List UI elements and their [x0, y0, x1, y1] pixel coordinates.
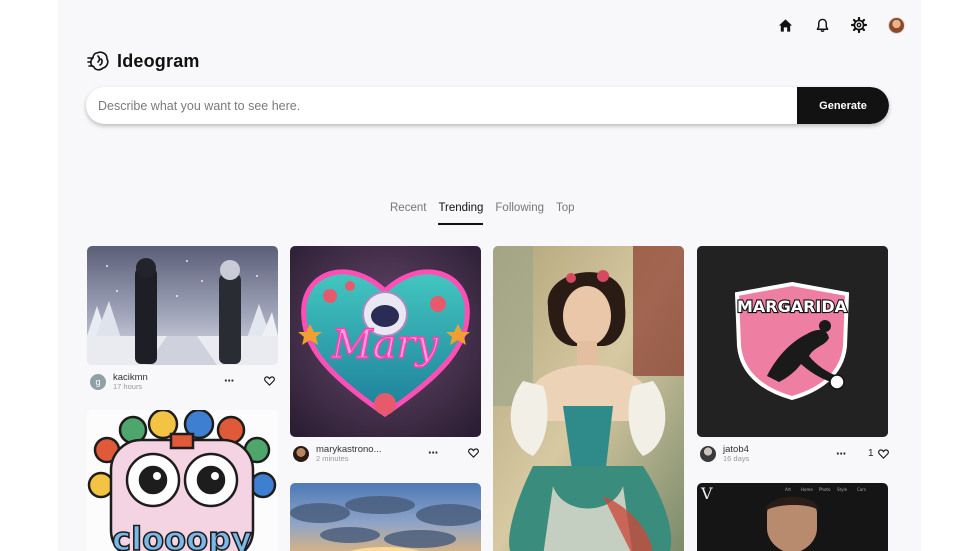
- like-count: 1: [868, 448, 874, 459]
- more-options-icon[interactable]: ···: [836, 447, 847, 460]
- prompt-input[interactable]: [86, 87, 797, 124]
- user-avatar: g: [90, 374, 106, 390]
- card-actions: ···: [224, 374, 275, 387]
- post-time: 17 hours: [113, 382, 143, 392]
- user-avatar: [700, 446, 716, 462]
- post-time: 16 days: [723, 454, 750, 464]
- heart-icon[interactable]: [264, 376, 275, 386]
- generate-button[interactable]: Generate: [797, 87, 889, 124]
- top-icon-bar: [776, 16, 905, 34]
- app-window: Ideogram Generate Recent Trending Follow…: [58, 0, 921, 551]
- heart-icon[interactable]: [468, 448, 479, 458]
- card-author[interactable]: jatob4 16 days: [700, 442, 749, 466]
- avatar[interactable]: [887, 16, 905, 34]
- gallery-image-painted-woman[interactable]: [493, 246, 684, 551]
- app-title: Ideogram: [117, 50, 200, 71]
- tab-following[interactable]: Following: [495, 202, 544, 225]
- tab-recent[interactable]: Recent: [390, 202, 426, 225]
- gear-icon[interactable]: [850, 16, 868, 34]
- magazine-nav-item: Cars: [857, 487, 866, 492]
- gallery-image-margarida-logo[interactable]: MARGARIDA: [697, 246, 888, 437]
- user-avatar-image: [887, 16, 905, 34]
- gallery-image-sunset-clouds[interactable]: [290, 483, 481, 551]
- logo[interactable]: Ideogram: [87, 50, 200, 72]
- card-actions: ··· 1: [836, 447, 889, 460]
- tab-top[interactable]: Top: [556, 202, 575, 225]
- card-author[interactable]: g kacikmn 17 hours: [90, 370, 148, 394]
- mary-neon-text: Mary: [331, 322, 440, 368]
- magazine-nav-item: Home: [801, 487, 813, 492]
- loopy-art-text: clooopy: [112, 520, 252, 551]
- prompt-bar: Generate: [86, 87, 889, 124]
- heart-icon[interactable]: [877, 448, 889, 459]
- user-avatar: [293, 446, 309, 462]
- ideogram-logo-icon: [87, 51, 109, 71]
- card-actions: ···: [428, 446, 479, 459]
- more-options-icon[interactable]: ···: [428, 446, 439, 459]
- feed-tabs: Recent Trending Following Top: [390, 202, 575, 225]
- gallery-image-mary-heart[interactable]: Mary: [290, 246, 481, 437]
- bell-icon[interactable]: [813, 16, 831, 34]
- post-time: 2 minutes: [316, 454, 349, 464]
- magazine-masthead-letter: V: [700, 484, 713, 503]
- tab-trending[interactable]: Trending: [438, 202, 484, 225]
- gallery-image-anime-snow[interactable]: [87, 246, 278, 365]
- gallery-image-magazine-man[interactable]: V Art Home Photo Style Cars: [697, 483, 888, 551]
- gallery-image-loopy[interactable]: clooopy: [87, 410, 278, 551]
- magazine-nav-item: Photo: [819, 487, 831, 492]
- magazine-nav-item: Style: [837, 487, 848, 492]
- margarida-logo-text: MARGARIDA: [737, 297, 848, 316]
- more-options-icon[interactable]: ···: [224, 374, 235, 387]
- magazine-nav-item: Art: [785, 487, 791, 492]
- card-author[interactable]: marykastrono... 2 minutes: [293, 442, 381, 466]
- home-icon[interactable]: [776, 16, 794, 34]
